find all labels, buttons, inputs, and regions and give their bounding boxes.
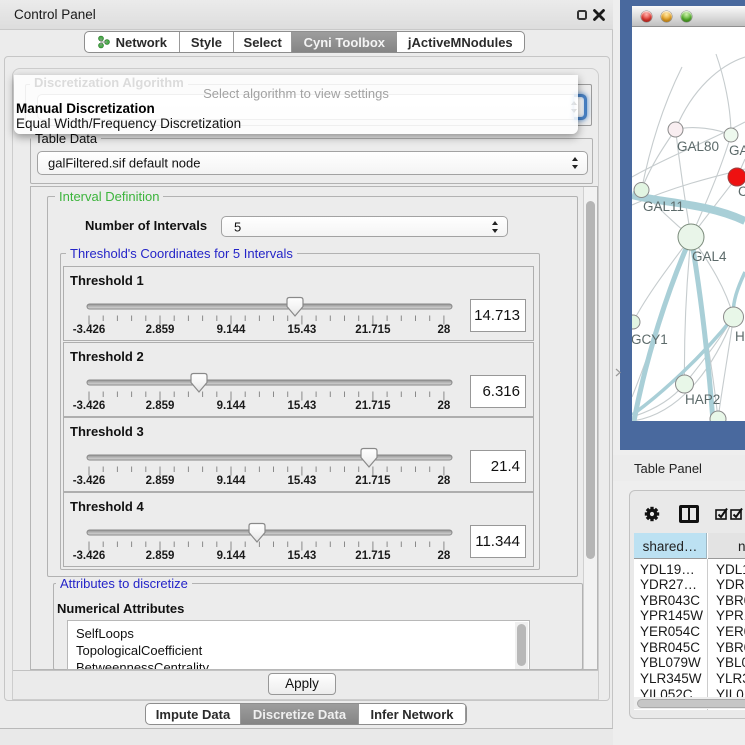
svg-text:28: 28 <box>438 475 451 487</box>
svg-text:2.859: 2.859 <box>146 400 175 412</box>
svg-text:2.859: 2.859 <box>146 324 175 336</box>
svg-text:2.859: 2.859 <box>146 550 175 562</box>
svg-text:9.144: 9.144 <box>217 324 246 336</box>
svg-text:28: 28 <box>438 550 451 562</box>
svg-text:15.43: 15.43 <box>288 550 317 562</box>
svg-text:9.144: 9.144 <box>217 475 246 487</box>
svg-text:21.715: 21.715 <box>355 475 391 487</box>
svg-text:GAL4: GAL4 <box>692 249 727 264</box>
svg-text:H: H <box>735 329 745 344</box>
svg-text:28: 28 <box>438 400 451 412</box>
svg-text:GAL80: GAL80 <box>677 139 719 154</box>
svg-text:15.43: 15.43 <box>288 475 317 487</box>
svg-text:2.859: 2.859 <box>146 475 175 487</box>
svg-text:GAL11: GAL11 <box>643 199 684 214</box>
svg-text:15.43: 15.43 <box>288 324 317 336</box>
svg-text:9.144: 9.144 <box>217 550 246 562</box>
svg-text:28: 28 <box>438 324 451 336</box>
svg-text:C: C <box>738 184 745 199</box>
svg-text:21.715: 21.715 <box>355 400 391 412</box>
svg-text:21.715: 21.715 <box>355 324 391 336</box>
svg-text:9.144: 9.144 <box>217 400 246 412</box>
svg-text:GCY1: GCY1 <box>632 332 668 347</box>
svg-text:21.715: 21.715 <box>355 550 391 562</box>
svg-text:15.43: 15.43 <box>288 400 317 412</box>
svg-text:HAP2: HAP2 <box>685 392 720 407</box>
svg-text:-3.426: -3.426 <box>73 550 106 562</box>
svg-text:-3.426: -3.426 <box>73 475 106 487</box>
svg-text:-3.426: -3.426 <box>73 400 106 412</box>
svg-text:-3.426: -3.426 <box>73 324 106 336</box>
svg-text:GA: GA <box>729 143 745 158</box>
